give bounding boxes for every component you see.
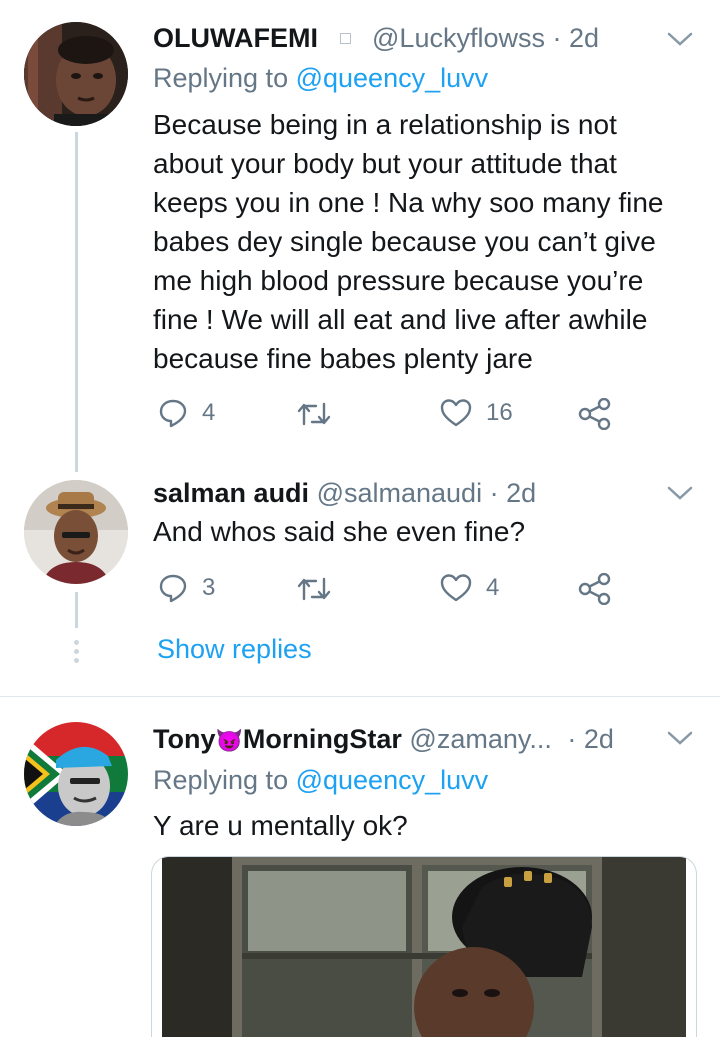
tweet-text: Because being in a relationship is not a… bbox=[153, 109, 664, 374]
like-button[interactable]: 16 bbox=[440, 398, 513, 428]
thread-line bbox=[75, 132, 78, 472]
retweet-icon[interactable] bbox=[296, 400, 332, 428]
emoji: 😈 bbox=[215, 728, 243, 753]
user-handle[interactable]: @zamany... bbox=[409, 724, 551, 754]
show-replies-link[interactable]: Show replies bbox=[157, 634, 312, 665]
chevron-down-icon[interactable] bbox=[666, 729, 694, 747]
like-button[interactable]: 4 bbox=[440, 573, 499, 603]
user-handle[interactable]: @Luckyflowss bbox=[372, 23, 545, 53]
like-icon bbox=[440, 574, 472, 602]
tweet-header: Tony😈MorningStar @zamany... · 2d bbox=[153, 723, 614, 757]
reply-button[interactable]: 3 bbox=[158, 573, 215, 603]
reply-icon bbox=[159, 574, 187, 603]
tweet-text: And whos said she even fine? bbox=[153, 516, 526, 547]
share-icon[interactable] bbox=[578, 573, 612, 605]
reply-icon bbox=[159, 399, 187, 428]
tweet-header: OLUWAFEMI @Luckyflowss · 2d bbox=[153, 22, 599, 54]
like-count: 16 bbox=[486, 399, 513, 426]
user-handle[interactable]: @salmanaudi bbox=[317, 478, 483, 508]
tweet-time: · 2d bbox=[489, 478, 537, 508]
reply-count: 4 bbox=[202, 399, 216, 426]
thread-line bbox=[75, 592, 78, 628]
divider bbox=[0, 696, 720, 697]
like-icon bbox=[440, 399, 472, 427]
mention-link[interactable]: @queency_luvv bbox=[296, 765, 489, 795]
avatar-salman-audi[interactable] bbox=[24, 480, 128, 584]
thread-dots bbox=[74, 640, 79, 663]
tweet-text: Y are u mentally ok? bbox=[153, 810, 408, 841]
like-count: 4 bbox=[486, 574, 500, 601]
mention-link[interactable]: @queency_luvv bbox=[296, 63, 489, 93]
display-name[interactable]: OLUWAFEMI bbox=[153, 23, 318, 53]
retweet-icon[interactable] bbox=[296, 575, 332, 603]
replying-to: Replying to @queency_luvv bbox=[153, 63, 489, 93]
reply-button[interactable]: 4 bbox=[158, 398, 215, 428]
avatar-oluwafemi[interactable] bbox=[24, 22, 128, 126]
share-icon[interactable] bbox=[578, 398, 612, 430]
tweet-header: salman audi @salmanaudi · 2d bbox=[153, 477, 536, 509]
display-name[interactable]: Tony😈MorningStar bbox=[153, 724, 402, 754]
avatar-tony-morningstar[interactable] bbox=[24, 722, 128, 826]
chevron-down-icon[interactable] bbox=[666, 484, 694, 502]
tweet-time: · 2d bbox=[567, 724, 614, 754]
reply-count: 3 bbox=[202, 574, 216, 601]
replying-to: Replying to @queency_luvv bbox=[153, 765, 489, 795]
media-image[interactable] bbox=[151, 856, 697, 1037]
tweet-time: · 2d bbox=[552, 23, 600, 53]
verified-dot-icon bbox=[339, 32, 351, 44]
display-name[interactable]: salman audi bbox=[153, 478, 309, 508]
chevron-down-icon[interactable] bbox=[666, 30, 694, 48]
